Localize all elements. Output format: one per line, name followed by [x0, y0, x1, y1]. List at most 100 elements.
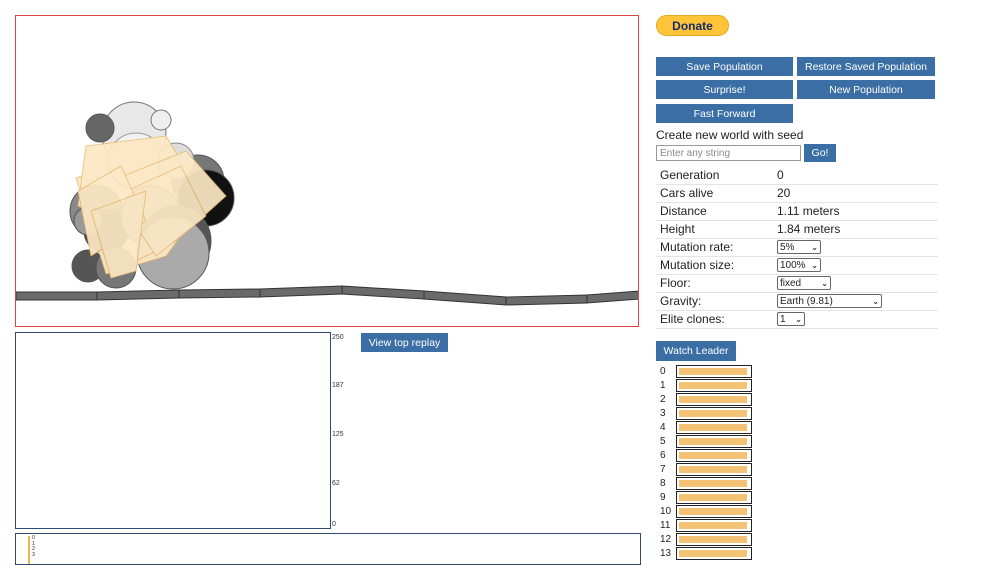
select-value: 5%	[780, 241, 795, 253]
stat-label: Elite clones:	[660, 312, 725, 326]
distance-value: 1.11 meters	[777, 204, 840, 218]
stat-row-elite-clones: Elite clones: 1 ⌄	[656, 311, 938, 329]
fast-forward-button[interactable]: Fast Forward	[656, 104, 793, 123]
stat-row-mutation-size: Mutation size: 100% ⌄	[656, 257, 938, 275]
car-rank: 7	[660, 464, 666, 475]
health-bar	[676, 463, 752, 476]
stat-row-distance: Distance 1.11 meters	[656, 203, 938, 221]
mutation-rate-select[interactable]: 5% ⌄	[777, 240, 821, 254]
health-fill	[679, 466, 747, 473]
chevron-down-icon: ⌄	[872, 296, 879, 306]
health-fill	[679, 396, 747, 403]
health-fill	[679, 480, 747, 487]
health-fill	[679, 536, 747, 543]
health-fill	[679, 438, 747, 445]
mutation-size-select[interactable]: 100% ⌄	[777, 258, 821, 272]
chevron-down-icon: ⌄	[795, 314, 802, 324]
car-rank: 9	[660, 492, 666, 503]
stat-row-height: Height 1.84 meters	[656, 221, 938, 239]
stat-label: Distance	[660, 204, 707, 218]
stat-label: Floor:	[660, 276, 691, 290]
health-bar	[676, 519, 752, 532]
stat-label: Mutation rate:	[660, 240, 734, 254]
health-bar	[676, 505, 752, 518]
health-fill	[679, 522, 747, 529]
car-rank: 3	[660, 408, 666, 419]
restore-population-button[interactable]: Restore Saved Population	[797, 57, 935, 76]
cars-alive-value: 20	[777, 186, 791, 200]
health-bar	[676, 393, 752, 406]
chevron-down-icon: ⌄	[811, 260, 818, 270]
stats-table: Generation 0 Cars alive 20 Distance 1.11…	[656, 167, 938, 329]
simulation-canvas[interactable]	[15, 15, 639, 327]
save-population-button[interactable]: Save Population	[656, 57, 793, 76]
health-bar	[676, 435, 752, 448]
elite-clones-select[interactable]: 1 ⌄	[777, 312, 805, 326]
seed-input[interactable]	[656, 145, 801, 161]
chevron-down-icon: ⌄	[811, 242, 818, 252]
car-rank: 12	[660, 534, 672, 545]
stat-label: Generation	[660, 168, 720, 182]
health-bar	[676, 533, 752, 546]
health-bar	[676, 379, 752, 392]
health-fill	[679, 410, 747, 417]
select-value: Earth (9.81)	[780, 295, 833, 307]
stat-row-generation: Generation 0	[656, 167, 938, 185]
select-value: 100%	[780, 259, 806, 271]
car-rank: 13	[660, 548, 672, 559]
stat-row-mutation-rate: Mutation rate: 5% ⌄	[656, 239, 938, 257]
car-rank: 4	[660, 422, 666, 433]
health-fill	[679, 368, 747, 375]
health-fill	[679, 494, 747, 501]
health-bar	[676, 477, 752, 490]
graph-y-tick: 250	[332, 334, 344, 341]
chevron-down-icon: ⌄	[821, 278, 828, 288]
health-bar	[676, 449, 752, 462]
health-fill	[679, 382, 747, 389]
graph-y-tick: 0	[332, 521, 336, 528]
track	[16, 285, 638, 306]
car-rank: 6	[660, 450, 666, 461]
car-rank: 2	[660, 394, 666, 405]
stat-row-floor: Floor: fixed ⌄	[656, 275, 938, 293]
health-bar	[676, 491, 752, 504]
car-rank: 1	[660, 380, 666, 391]
health-fill	[679, 508, 747, 515]
watch-leader-button[interactable]: Watch Leader	[656, 341, 736, 361]
floor-select[interactable]: fixed ⌄	[777, 276, 831, 290]
stat-label: Height	[660, 222, 695, 236]
car-rank: 10	[660, 506, 672, 517]
health-bar	[676, 547, 752, 560]
select-value: fixed	[780, 277, 802, 289]
world-view	[16, 101, 638, 306]
health-fill	[679, 452, 747, 459]
surprise-button[interactable]: Surprise!	[656, 80, 793, 99]
stat-label: Cars alive	[660, 186, 714, 200]
car-rank: 11	[660, 520, 671, 531]
view-top-replay-button[interactable]: View top replay	[361, 333, 448, 352]
graph-y-tick: 125	[332, 431, 344, 438]
minimap-labels: 0 1 2 3	[32, 535, 36, 558]
minimap-label: 3	[32, 551, 36, 558]
stat-label: Mutation size:	[660, 258, 735, 272]
health-bar	[676, 407, 752, 420]
car-rank: 8	[660, 478, 666, 489]
health-fill	[679, 424, 747, 431]
stat-row-gravity: Gravity: Earth (9.81) ⌄	[656, 293, 938, 311]
graph-y-tick: 187	[332, 382, 344, 389]
health-fill	[679, 550, 747, 557]
car-rank: 5	[660, 436, 666, 447]
generation-value: 0	[777, 168, 784, 182]
car-rank: 0	[660, 366, 666, 377]
new-population-button[interactable]: New Population	[797, 80, 935, 99]
health-bar	[676, 365, 752, 378]
stat-label: Gravity:	[660, 294, 702, 308]
health-bar	[676, 421, 752, 434]
select-value: 1	[780, 313, 786, 325]
gravity-select[interactable]: Earth (9.81) ⌄	[777, 294, 882, 308]
go-button[interactable]: Go!	[804, 144, 836, 162]
graph-y-tick: 62	[332, 480, 340, 487]
donate-button[interactable]: Donate	[656, 15, 729, 36]
fitness-graph	[15, 332, 331, 529]
minimap[interactable]: 0 1 2 3	[15, 533, 641, 565]
